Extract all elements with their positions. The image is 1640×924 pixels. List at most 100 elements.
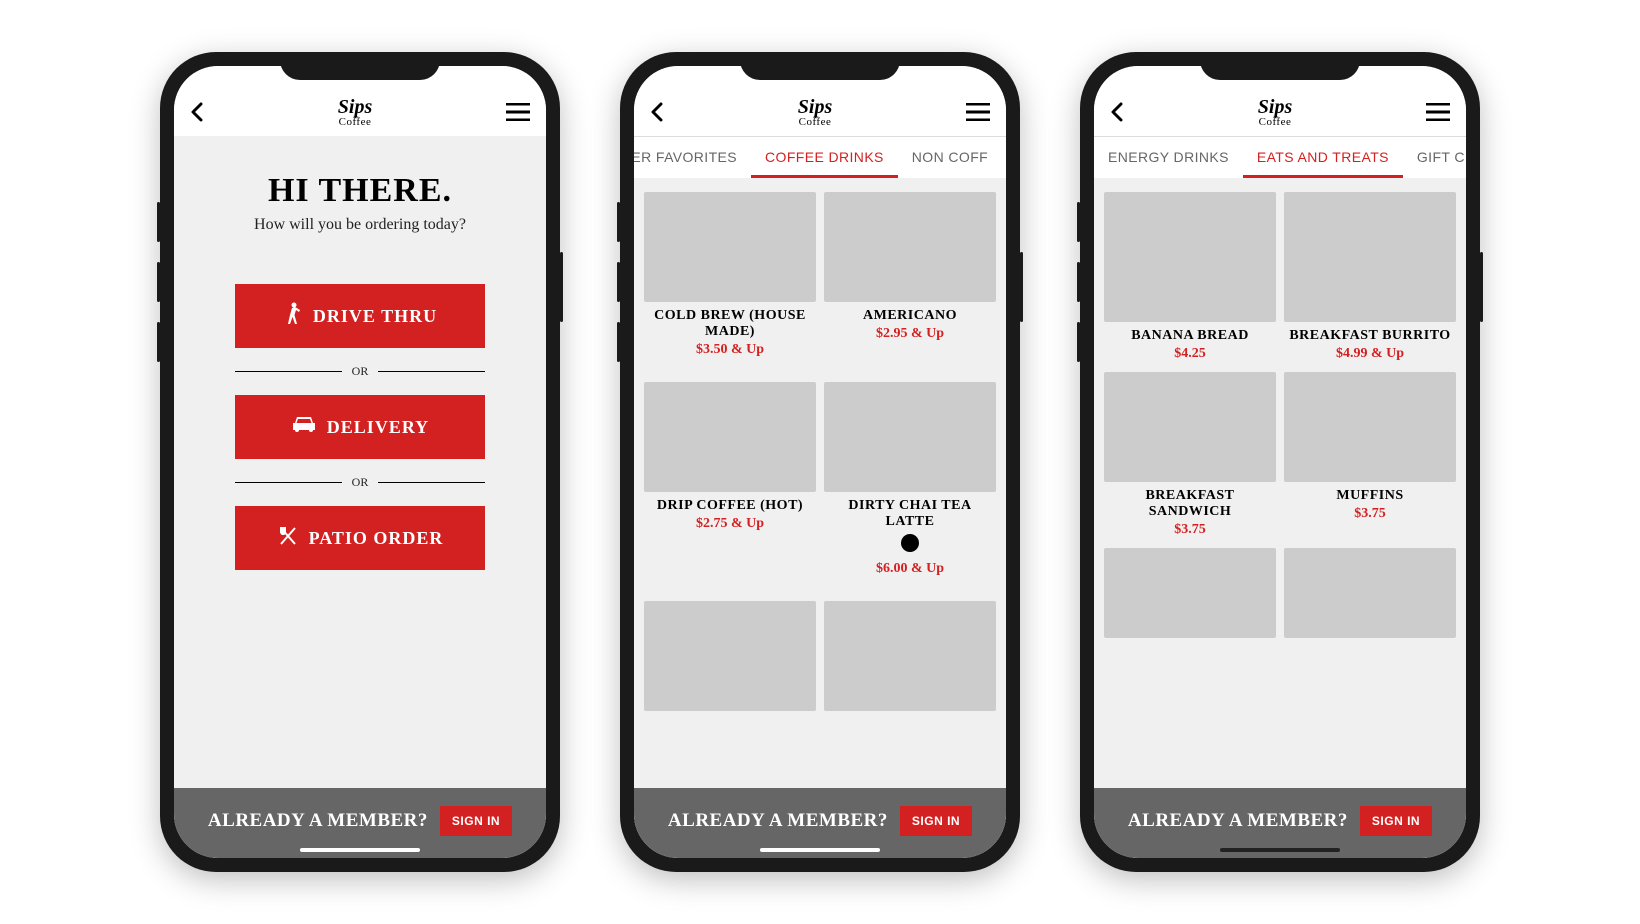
menu-icon[interactable] <box>1426 103 1450 121</box>
back-icon[interactable] <box>650 102 664 122</box>
device-frame: Sips Coffee OMER FAVORITES COFFEE DRINKS… <box>620 52 1020 872</box>
product-price: $3.75 <box>1104 522 1276 538</box>
product-price: $3.50 & Up <box>644 342 816 358</box>
product-image <box>644 601 816 711</box>
brand-line2: Coffee <box>338 117 372 128</box>
divider-or: OR <box>235 364 485 379</box>
device-notch <box>1200 52 1360 80</box>
device-notch <box>280 52 440 80</box>
brand-logo: Sips Coffee <box>338 97 372 128</box>
product-card[interactable]: COLD BREW (HOUSE MADE) $3.50 & Up <box>644 192 816 358</box>
brand-logo: Sips Coffee <box>1258 97 1292 128</box>
back-icon[interactable] <box>190 102 204 122</box>
member-question: ALREADY A MEMBER? <box>1128 810 1348 832</box>
menu-icon[interactable] <box>506 103 530 121</box>
product-price: $6.00 & Up <box>824 561 996 577</box>
product-image <box>644 382 816 492</box>
product-name: DIRTY CHAI TEA LATTE <box>824 498 996 530</box>
product-card[interactable]: DRIP COFFEE (HOT) $2.75 & Up <box>644 382 816 577</box>
product-image <box>1284 372 1456 482</box>
home-indicator <box>1220 848 1340 852</box>
category-tabs: OMER FAVORITES COFFEE DRINKS NON COFF <box>634 136 1006 178</box>
product-image <box>824 382 996 492</box>
product-image <box>1104 192 1276 322</box>
brand-line2: Coffee <box>798 117 832 128</box>
welcome-title: HI THERE. <box>202 172 518 210</box>
home-indicator <box>760 848 880 852</box>
walk-icon <box>283 302 303 331</box>
product-card[interactable]: BREAKFAST SANDWICH $3.75 <box>1104 372 1276 538</box>
product-name: BREAKFAST SANDWICH <box>1104 488 1276 520</box>
brand-logo: Sips Coffee <box>798 97 832 128</box>
product-name: MUFFINS <box>1284 488 1456 504</box>
category-tabs: ENERGY DRINKS EATS AND TREATS GIFT C <box>1094 136 1466 178</box>
product-price: $3.75 <box>1284 506 1456 522</box>
product-price: $2.95 & Up <box>824 326 996 342</box>
product-image <box>824 601 996 711</box>
home-indicator <box>300 848 420 852</box>
member-question: ALREADY A MEMBER? <box>668 810 888 832</box>
welcome-panel: HI THERE. How will you be ordering today… <box>174 136 546 858</box>
tab-energy-drinks[interactable]: ENERGY DRINKS <box>1094 137 1243 178</box>
product-catalog: BANANA BREAD $4.25 BREAKFAST BURRITO $4.… <box>1094 178 1466 858</box>
product-name: BREAKFAST BURRITO <box>1284 328 1456 344</box>
dine-icon <box>277 525 299 552</box>
menu-icon[interactable] <box>966 103 990 121</box>
member-question: ALREADY A MEMBER? <box>208 810 428 832</box>
drive-thru-button[interactable]: DRIVE THRU <box>235 284 485 348</box>
back-icon[interactable] <box>1110 102 1124 122</box>
device-frame: Sips Coffee ENERGY DRINKS EATS AND TREAT… <box>1080 52 1480 872</box>
product-name: COLD BREW (HOUSE MADE) <box>644 308 816 340</box>
product-price: $4.25 <box>1104 346 1276 362</box>
product-price: $2.75 & Up <box>644 516 816 532</box>
product-card[interactable]: BREAKFAST BURRITO $4.99 & Up <box>1284 192 1456 362</box>
product-catalog: COLD BREW (HOUSE MADE) $3.50 & Up AMERIC… <box>634 178 1006 858</box>
product-image <box>1104 372 1276 482</box>
brand-line1: Sips <box>338 97 372 117</box>
patio-order-button[interactable]: PATIO ORDER <box>235 506 485 570</box>
product-card[interactable]: DIRTY CHAI TEA LATTE $6.00 & Up <box>824 382 996 577</box>
brand-line2: Coffee <box>1258 117 1292 128</box>
delivery-label: DELIVERY <box>327 417 429 438</box>
drive-thru-label: DRIVE THRU <box>313 306 437 327</box>
tab-eats-and-treats[interactable]: EATS AND TREATS <box>1243 137 1403 178</box>
sign-in-button[interactable]: SIGN IN <box>440 806 512 836</box>
product-name: BANANA BREAD <box>1104 328 1276 344</box>
or-label: OR <box>352 475 369 490</box>
product-card[interactable] <box>1104 548 1276 638</box>
tab-coffee-drinks[interactable]: COFFEE DRINKS <box>751 137 898 178</box>
product-image <box>1104 548 1276 638</box>
product-price: $4.99 & Up <box>1284 346 1456 362</box>
product-image <box>1284 192 1456 322</box>
device-frame: Sips Coffee HI THERE. How will you be or… <box>160 52 560 872</box>
welcome-subtitle: How will you be ordering today? <box>202 216 518 234</box>
product-card[interactable] <box>644 601 816 711</box>
tab-non-coffee[interactable]: NON COFF <box>898 137 1002 178</box>
product-image <box>1284 548 1456 638</box>
tab-gift-cards[interactable]: GIFT C <box>1403 137 1466 178</box>
sign-in-button[interactable]: SIGN IN <box>1360 806 1432 836</box>
brand-line1: Sips <box>1258 97 1292 117</box>
product-card[interactable]: AMERICANO $2.95 & Up <box>824 192 996 358</box>
car-icon <box>291 415 317 440</box>
or-label: OR <box>352 364 369 379</box>
product-name: AMERICANO <box>824 308 996 324</box>
brand-line1: Sips <box>798 97 832 117</box>
divider-or: OR <box>235 475 485 490</box>
app-screen-eats-treats: Sips Coffee ENERGY DRINKS EATS AND TREAT… <box>1094 66 1466 858</box>
product-card[interactable] <box>824 601 996 711</box>
product-card[interactable]: MUFFINS $3.75 <box>1284 372 1456 538</box>
app-screen-coffee-drinks: Sips Coffee OMER FAVORITES COFFEE DRINKS… <box>634 66 1006 858</box>
product-image <box>644 192 816 302</box>
product-card[interactable]: BANANA BREAD $4.25 <box>1104 192 1276 362</box>
device-notch <box>740 52 900 80</box>
sign-in-button[interactable]: SIGN IN <box>900 806 972 836</box>
product-image <box>824 192 996 302</box>
tab-customer-favorites[interactable]: OMER FAVORITES <box>634 137 751 178</box>
gf-badge-icon <box>901 534 919 552</box>
product-card[interactable] <box>1284 548 1456 638</box>
delivery-button[interactable]: DELIVERY <box>235 395 485 459</box>
product-name: DRIP COFFEE (HOT) <box>644 498 816 514</box>
app-screen-ordering: Sips Coffee HI THERE. How will you be or… <box>174 66 546 858</box>
patio-order-label: PATIO ORDER <box>309 528 444 549</box>
